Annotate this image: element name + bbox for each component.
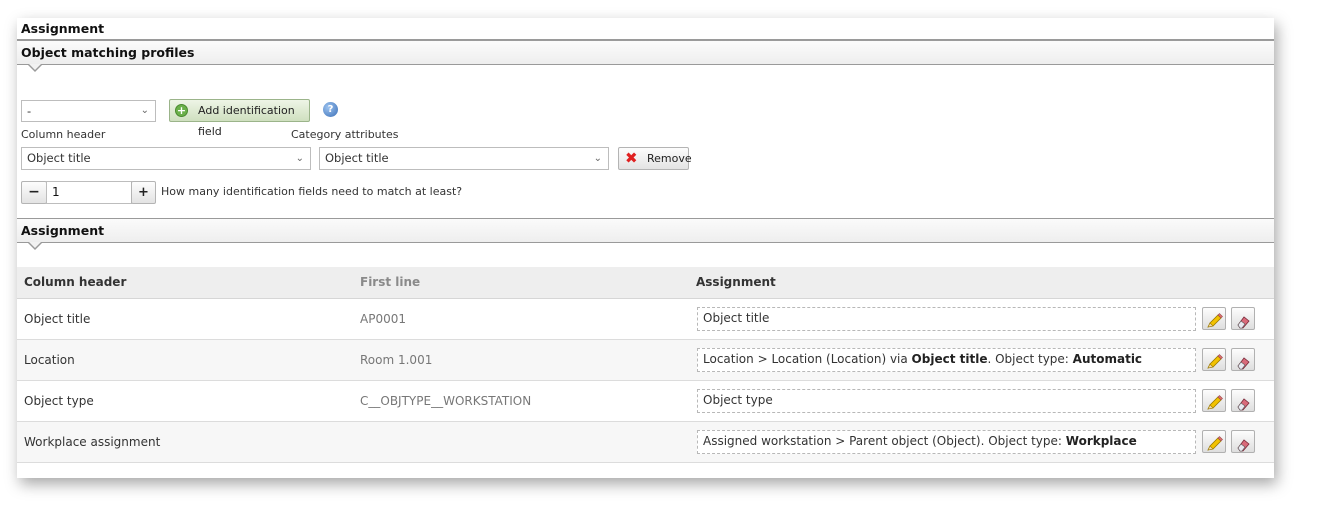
page-title: Assignment — [17, 18, 1274, 40]
pencil-icon — [1207, 436, 1223, 451]
col-header-column: Column header — [24, 275, 127, 289]
chevron-down-icon: ⌄ — [295, 153, 304, 164]
assignment-text: Object title — [703, 311, 770, 325]
assignment-field[interactable]: Assigned workstation > Parent object (Ob… — [697, 430, 1196, 454]
column-header-select[interactable]: Object title ⌄ — [21, 147, 311, 170]
table-header: Column header First line Assignment — [17, 267, 1274, 299]
remove-button[interactable]: ✖ Remove — [618, 147, 692, 170]
category-attribute-select[interactable]: Object title ⌄ — [319, 147, 609, 170]
eraser-icon — [1237, 398, 1250, 411]
profile-select-value: - — [27, 104, 32, 118]
row-column-header: Object title — [24, 312, 91, 326]
row-column-header: Workplace assignment — [24, 435, 161, 449]
clear-button[interactable] — [1231, 307, 1255, 330]
category-attribute-select-value: Object title — [325, 151, 389, 165]
clear-button[interactable] — [1231, 348, 1255, 371]
min-match-input[interactable]: 1 — [46, 181, 132, 204]
remove-x-icon: ✖ — [625, 149, 638, 167]
section-notch — [28, 242, 42, 250]
col-first-line: First line — [360, 275, 421, 289]
col-assignment: Assignment — [696, 275, 776, 289]
remove-label: Remove — [647, 152, 692, 165]
help-icon[interactable]: ? — [323, 102, 338, 117]
pencil-icon — [1207, 395, 1223, 410]
row-column-header: Object type — [24, 394, 94, 408]
pencil-icon — [1207, 313, 1223, 328]
decrement-button[interactable]: − — [21, 181, 47, 204]
clear-button[interactable] — [1231, 430, 1255, 453]
edit-button[interactable] — [1202, 307, 1226, 330]
eraser-icon — [1237, 439, 1250, 452]
column-header-label: Column header — [21, 128, 106, 141]
assignment-panel: Assignment Object matching profiles - ⌄ … — [17, 18, 1274, 478]
assignment-text-bold: Automatic — [1072, 352, 1143, 366]
add-identification-field-button[interactable]: + Add identification field — [169, 99, 310, 138]
add-circle-icon: + — [175, 104, 188, 117]
profiles-section-header: Object matching profiles — [17, 40, 1274, 72]
assignment-text-bold: Workplace — [1065, 434, 1137, 448]
row-column-header: Location — [24, 353, 75, 367]
table-row: Location Room 1.001 Location > Location … — [17, 340, 1274, 381]
profiles-section-title: Object matching profiles — [21, 45, 195, 60]
assignment-text-bold: Object title — [911, 352, 988, 366]
assignment-section-title: Assignment — [21, 223, 105, 238]
increment-button[interactable]: + — [131, 181, 156, 204]
edit-button[interactable] — [1202, 430, 1226, 453]
column-header-select-value: Object title — [27, 151, 91, 165]
table-row: Object type C__OBJTYPE__WORKSTATION Obje… — [17, 381, 1274, 422]
table-row: Workplace assignment Assigned workstatio… — [17, 422, 1274, 463]
assignment-text: . Object type: — [987, 352, 1073, 366]
pencil-icon — [1207, 354, 1223, 369]
assignment-text: Location > Location (Location) via — [703, 352, 912, 366]
chevron-down-icon: ⌄ — [593, 153, 602, 164]
row-first-line: AP0001 — [360, 312, 406, 326]
profile-select[interactable]: - ⌄ — [21, 100, 156, 122]
table-row: Object title AP0001 Object title — [17, 299, 1274, 340]
chevron-down-icon: ⌄ — [140, 105, 149, 116]
category-attributes-label: Category attributes — [291, 128, 399, 141]
assignment-section-header: Assignment — [17, 218, 1274, 250]
clear-button[interactable] — [1231, 389, 1255, 412]
edit-button[interactable] — [1202, 389, 1226, 412]
row-first-line: C__OBJTYPE__WORKSTATION — [360, 394, 532, 408]
assignment-field[interactable]: Location > Location (Location) via Objec… — [697, 348, 1196, 372]
assignment-field[interactable]: Object type — [697, 389, 1196, 413]
eraser-icon — [1237, 357, 1250, 370]
min-match-label: How many identification fields need to m… — [161, 185, 463, 198]
minus-icon: − — [28, 184, 40, 200]
edit-button[interactable] — [1202, 348, 1226, 371]
assignment-field[interactable]: Object title — [697, 307, 1196, 331]
section-notch — [28, 64, 42, 72]
row-first-line: Room 1.001 — [360, 353, 433, 367]
eraser-icon — [1237, 316, 1250, 329]
assignment-text: Assigned workstation > Parent object (Ob… — [703, 434, 1066, 448]
plus-icon: + — [138, 185, 149, 200]
assignment-text: Object type — [703, 393, 773, 407]
